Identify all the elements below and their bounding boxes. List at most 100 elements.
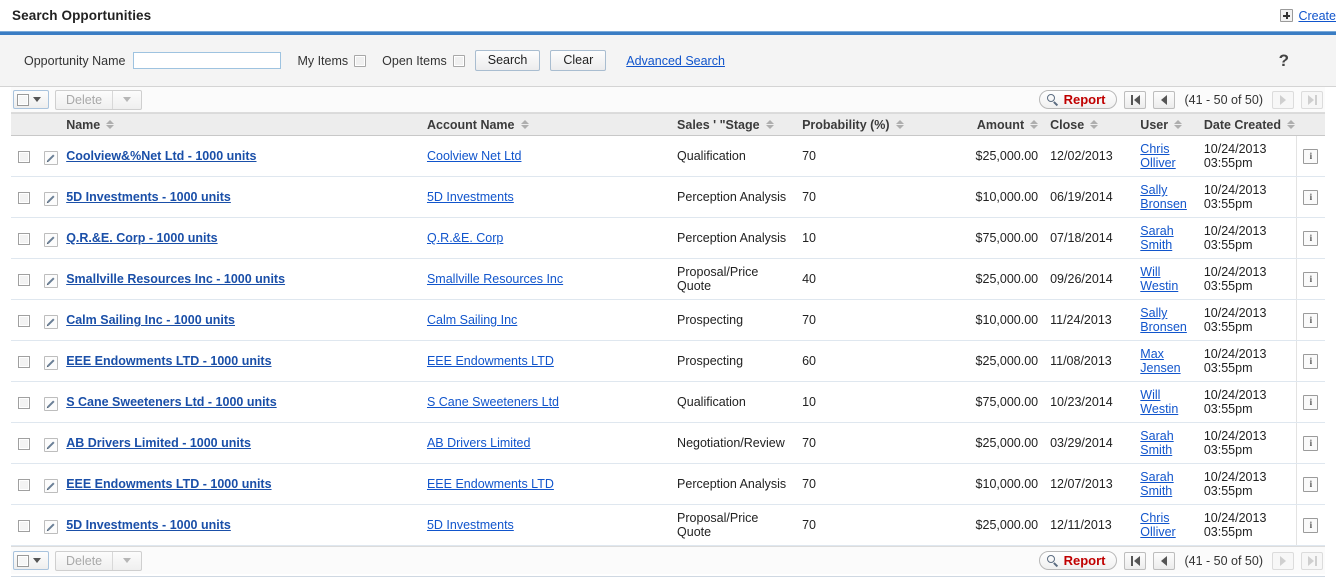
account-name-link[interactable]: Calm Sailing Inc: [427, 313, 517, 327]
row-checkbox-cell[interactable]: [11, 340, 38, 382]
row-info-cell[interactable]: i: [1295, 135, 1325, 177]
sort-icon[interactable]: [106, 120, 115, 129]
user-link-last[interactable]: Smith: [1140, 484, 1192, 498]
row-info-cell[interactable]: i: [1295, 217, 1325, 259]
th-date-created[interactable]: Date Created: [1197, 113, 1297, 136]
row-edit-cell[interactable]: [37, 381, 61, 423]
cell-account-name[interactable]: EEE Endowments LTD: [420, 340, 672, 382]
account-name-link[interactable]: EEE Endowments LTD: [427, 354, 554, 368]
th-amount[interactable]: Amount: [958, 113, 1045, 136]
cell-user[interactable]: Will Westin: [1134, 258, 1198, 300]
delete-button-top[interactable]: Delete: [56, 93, 112, 107]
opportunity-name-link[interactable]: EEE Endowments LTD - 1000 units: [66, 477, 271, 491]
cell-account-name[interactable]: 5D Investments: [420, 176, 672, 218]
th-account-name[interactable]: Account Name: [420, 113, 672, 136]
info-icon[interactable]: i: [1303, 272, 1319, 287]
pencil-icon[interactable]: [43, 519, 58, 534]
chevron-down-icon[interactable]: [33, 558, 41, 563]
open-items-checkbox[interactable]: [452, 54, 465, 67]
select-all-control-top[interactable]: [13, 90, 49, 109]
row-checkbox-cell[interactable]: [11, 422, 38, 464]
cell-user[interactable]: Sally Bronsen: [1134, 299, 1198, 341]
th-close[interactable]: Close: [1044, 113, 1135, 136]
row-edit-cell[interactable]: [37, 422, 61, 464]
opportunity-name-link[interactable]: 5D Investments - 1000 units: [66, 190, 231, 204]
cell-name[interactable]: S Cane Sweeteners Ltd - 1000 units: [60, 381, 421, 423]
opportunity-name-link[interactable]: Q.R.&E. Corp - 1000 units: [66, 231, 217, 245]
cell-name[interactable]: Coolview&%Net Ltd - 1000 units: [60, 135, 421, 177]
pencil-icon[interactable]: [43, 150, 58, 165]
select-all-checkbox-top[interactable]: [17, 93, 29, 106]
cell-user[interactable]: Sarah Smith: [1134, 463, 1198, 505]
user-link-first[interactable]: Sarah: [1140, 429, 1192, 443]
sort-icon[interactable]: [895, 120, 904, 129]
plus-icon[interactable]: [1280, 9, 1294, 22]
info-icon[interactable]: i: [1303, 190, 1319, 205]
row-checkbox-cell[interactable]: [11, 299, 38, 341]
account-name-link[interactable]: S Cane Sweeteners Ltd: [427, 395, 559, 409]
user-link-last[interactable]: Westin: [1140, 279, 1192, 293]
row-info-cell[interactable]: i: [1295, 299, 1325, 341]
cell-account-name[interactable]: EEE Endowments LTD: [420, 463, 672, 505]
row-info-cell[interactable]: i: [1295, 463, 1325, 505]
user-link-last[interactable]: Bronsen: [1140, 320, 1192, 334]
select-all-checkbox-bottom[interactable]: [17, 554, 29, 567]
chevron-down-icon[interactable]: [33, 97, 41, 102]
cell-user[interactable]: Sarah Smith: [1134, 422, 1198, 464]
search-button[interactable]: Search: [474, 50, 541, 71]
sort-icon[interactable]: [1286, 120, 1295, 129]
row-info-cell[interactable]: i: [1295, 504, 1325, 546]
pencil-icon[interactable]: [43, 437, 58, 452]
first-page-button-bottom[interactable]: [1124, 551, 1147, 570]
row-checkbox[interactable]: [18, 355, 31, 368]
sort-icon[interactable]: [1030, 120, 1039, 129]
row-edit-cell[interactable]: [37, 340, 61, 382]
cell-name[interactable]: 5D Investments - 1000 units: [60, 504, 421, 546]
user-link-last[interactable]: Jensen: [1140, 361, 1192, 375]
row-info-cell[interactable]: i: [1295, 422, 1325, 464]
user-link-first[interactable]: Sally: [1140, 183, 1192, 197]
user-link-first[interactable]: Sally: [1140, 306, 1192, 320]
user-link-first[interactable]: Will: [1140, 265, 1192, 279]
user-link-last[interactable]: Smith: [1140, 443, 1192, 457]
pencil-icon[interactable]: [43, 232, 58, 247]
info-icon[interactable]: i: [1303, 436, 1319, 451]
cell-name[interactable]: Calm Sailing Inc - 1000 units: [60, 299, 421, 341]
info-icon[interactable]: i: [1303, 477, 1319, 492]
delete-button-group-top[interactable]: Delete: [55, 89, 143, 110]
row-edit-cell[interactable]: [37, 299, 61, 341]
user-link-last[interactable]: Olliver: [1140, 525, 1192, 539]
row-checkbox-cell[interactable]: [11, 381, 38, 423]
row-checkbox-cell[interactable]: [11, 217, 38, 259]
pencil-icon[interactable]: [43, 396, 58, 411]
cell-account-name[interactable]: Smallville Resources Inc: [420, 258, 672, 300]
delete-button-bottom[interactable]: Delete: [56, 554, 112, 568]
cell-user[interactable]: Sarah Smith: [1134, 217, 1198, 259]
info-icon[interactable]: i: [1303, 395, 1319, 410]
cell-account-name[interactable]: S Cane Sweeteners Ltd: [420, 381, 672, 423]
account-name-link[interactable]: Q.R.&E. Corp: [427, 231, 503, 245]
user-link-last[interactable]: Westin: [1140, 402, 1192, 416]
row-checkbox[interactable]: [18, 437, 31, 450]
cell-name[interactable]: AB Drivers Limited - 1000 units: [60, 422, 421, 464]
pencil-icon[interactable]: [43, 314, 58, 329]
row-checkbox[interactable]: [18, 519, 31, 532]
select-all-control-bottom[interactable]: [13, 551, 49, 570]
info-icon[interactable]: i: [1303, 313, 1319, 328]
user-link-last[interactable]: Olliver: [1140, 156, 1192, 170]
opportunity-name-input[interactable]: [133, 52, 282, 69]
user-link-last[interactable]: Bronsen: [1140, 197, 1192, 211]
row-checkbox-cell[interactable]: [11, 463, 38, 505]
cell-name[interactable]: Q.R.&E. Corp - 1000 units: [60, 217, 421, 259]
info-icon[interactable]: i: [1303, 354, 1319, 369]
account-name-link[interactable]: Coolview Net Ltd: [427, 149, 522, 163]
row-checkbox[interactable]: [18, 314, 31, 327]
user-link-first[interactable]: Sarah: [1140, 470, 1192, 484]
cell-account-name[interactable]: AB Drivers Limited: [420, 422, 672, 464]
report-button-bottom[interactable]: Report: [1038, 551, 1118, 570]
pencil-icon[interactable]: [43, 191, 58, 206]
delete-dropdown-top[interactable]: [113, 97, 141, 102]
opportunity-name-link[interactable]: AB Drivers Limited - 1000 units: [66, 436, 251, 450]
user-link-last[interactable]: Smith: [1140, 238, 1192, 252]
pencil-icon[interactable]: [43, 355, 58, 370]
